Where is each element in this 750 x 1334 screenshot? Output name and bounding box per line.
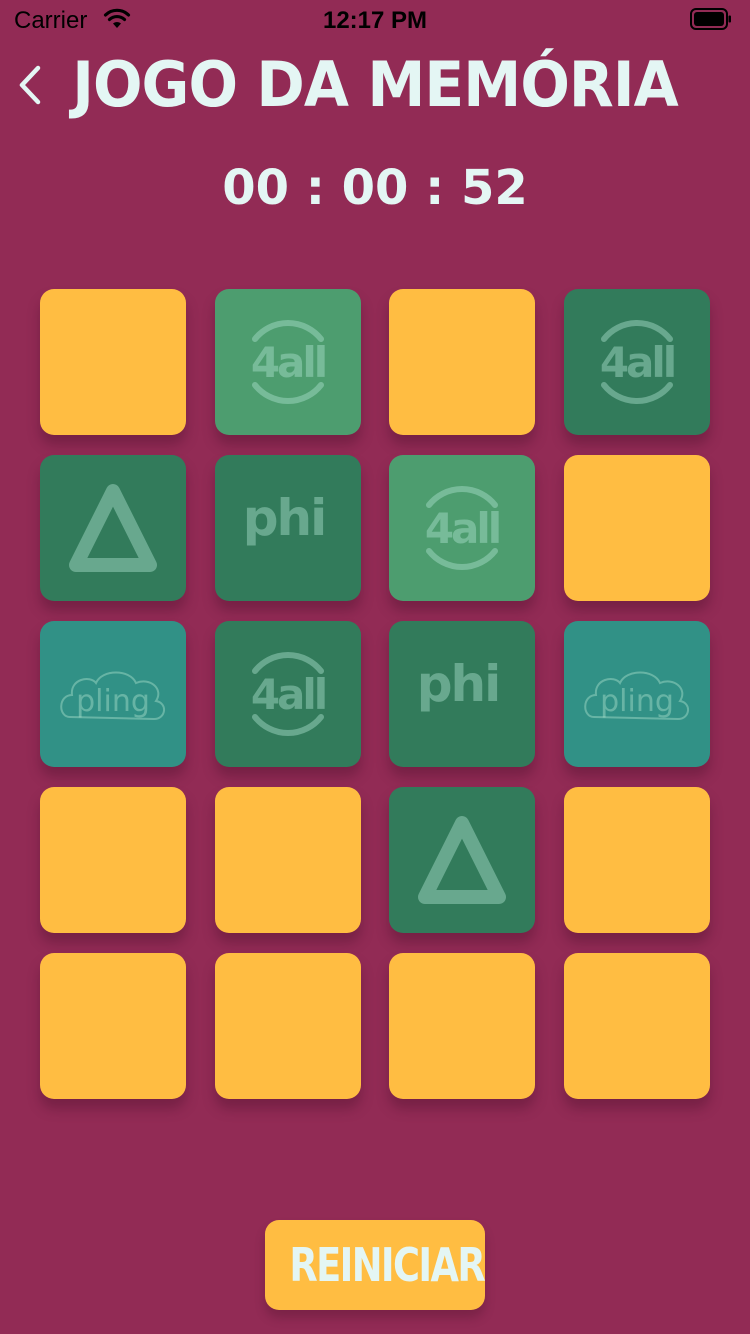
card-pling[interactable]: pling (564, 621, 710, 767)
card-hidden[interactable] (215, 953, 361, 1099)
page-title: JOGO DA MEMÓRIA (72, 48, 679, 121)
game-timer: 00 : 00 : 52 (222, 160, 528, 216)
restart-button[interactable]: REINICIAR (265, 1220, 486, 1310)
card-pling[interactable]: pling (40, 621, 186, 767)
card-hidden[interactable] (564, 787, 710, 933)
svg-text:4all: 4all (425, 504, 499, 553)
triangle-logo-icon (418, 816, 506, 904)
card-4all[interactable]: 4all (215, 621, 361, 767)
triangle-logo-icon (69, 484, 157, 572)
svg-text:pling: pling (600, 684, 674, 719)
svg-text:4all: 4all (251, 338, 325, 387)
card-hidden[interactable] (40, 289, 186, 435)
status-bar: Carrier 12:17 PM (0, 0, 750, 40)
card-hidden[interactable] (40, 953, 186, 1099)
4all-logo-icon: 4all (425, 486, 502, 570)
card-hidden[interactable] (389, 953, 535, 1099)
svg-text:phi: phi (243, 489, 326, 547)
pling-logo-icon: pling (584, 671, 689, 721)
status-time: 12:17 PM (322, 7, 428, 34)
svg-text:pling: pling (76, 684, 150, 719)
card-triangle[interactable] (40, 455, 186, 601)
phi-logo-icon: phi (243, 489, 328, 547)
restart-label: REINICIAR (289, 1238, 485, 1292)
card-triangle[interactable] (389, 787, 535, 933)
4all-logo-icon: 4all (251, 320, 328, 404)
card-hidden[interactable] (215, 787, 361, 933)
pling-logo-icon: pling (60, 671, 165, 721)
card-hidden[interactable] (564, 953, 710, 1099)
card-phi[interactable]: phi (215, 455, 361, 601)
card-4all[interactable]: 4all (389, 455, 535, 601)
svg-text:phi: phi (417, 655, 500, 713)
card-hidden[interactable] (564, 455, 710, 601)
card-4all[interactable]: 4all (564, 289, 710, 435)
battery-icon (690, 8, 731, 30)
4all-logo-icon: 4all (251, 652, 328, 736)
svg-text:4all: 4all (600, 338, 674, 387)
card-hidden[interactable] (40, 787, 186, 933)
4all-logo-icon: 4all (600, 320, 677, 404)
card-4all[interactable]: 4all (215, 289, 361, 435)
phi-logo-icon: phi (417, 655, 502, 713)
svg-text:4all: 4all (251, 670, 325, 719)
card-phi[interactable]: phi (389, 621, 535, 767)
card-hidden[interactable] (389, 289, 535, 435)
game-board: 4all 4all phi 4all pling 4all phi pling (40, 289, 710, 1099)
